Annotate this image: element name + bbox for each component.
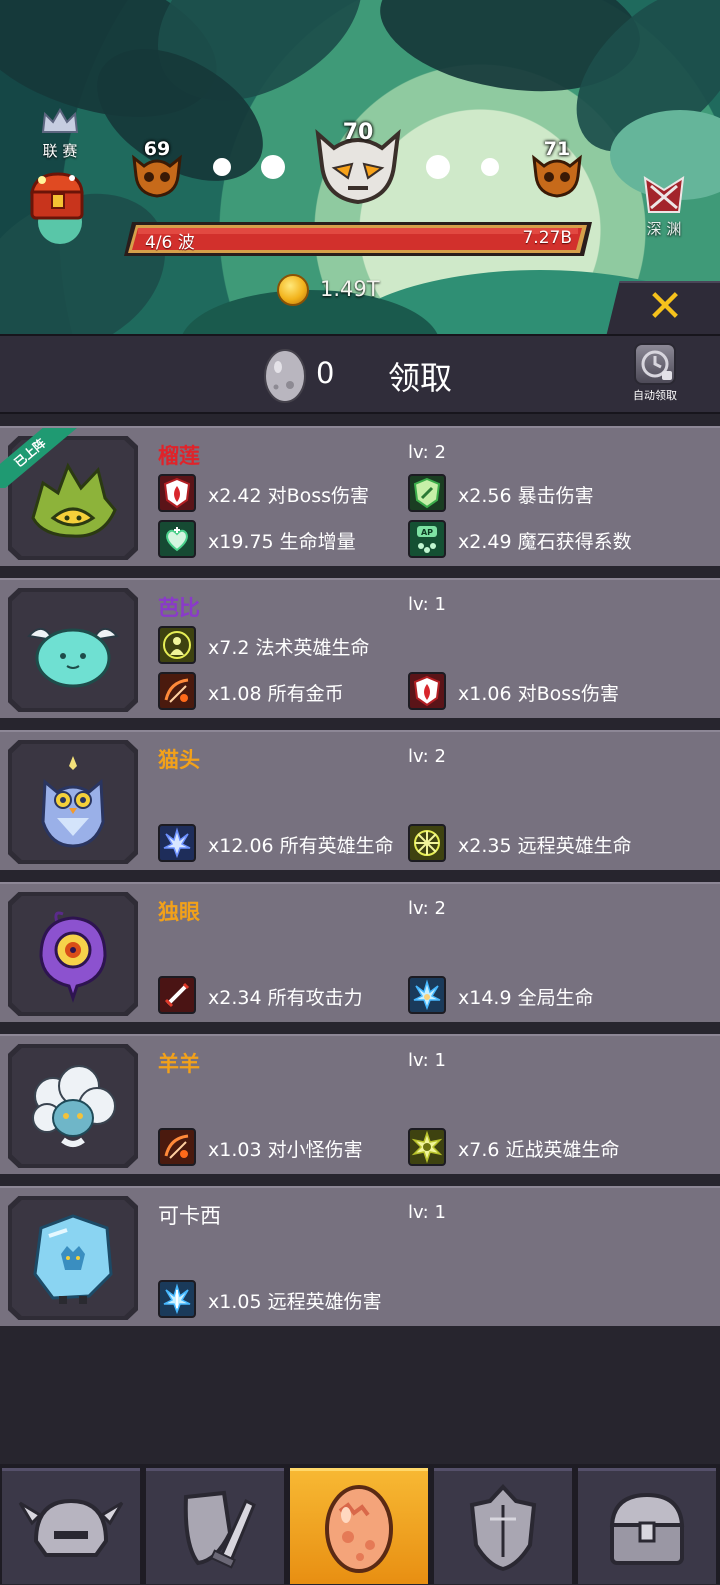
pet-list: 已上阵 榴莲 lv: 2 x2.42 对Boss伤害 x2.56 暴击伤害 x1… xyxy=(0,414,720,1464)
stat-text: x19.75 生命增量 xyxy=(208,531,356,553)
boss-hp-value: 7.27B xyxy=(522,228,572,248)
auto-claim-label: 自动领取 xyxy=(633,389,677,402)
pet-avatar xyxy=(8,1196,138,1320)
global-hp-icon xyxy=(408,976,446,1014)
pet-name: 猫头 xyxy=(158,748,200,772)
shield-sword-icon xyxy=(183,1490,256,1569)
auto-claim-icon xyxy=(634,343,676,385)
tab-treasure[interactable] xyxy=(578,1468,716,1584)
winged-slime-pet-icon xyxy=(27,628,119,688)
svg-text:AP: AP xyxy=(421,528,433,537)
bottom-tab-bar xyxy=(0,1464,720,1584)
stat-text: x14.9 全局生命 xyxy=(458,987,594,1009)
minion-damage-icon xyxy=(158,1128,196,1166)
pet-name: 芭比 xyxy=(158,596,200,620)
crit-damage-icon xyxy=(408,474,446,512)
stat-text: x2.34 所有攻击力 xyxy=(208,987,363,1009)
pet-name: 独眼 xyxy=(158,900,200,924)
previous-level-number: 69 xyxy=(143,138,171,160)
crown-icon xyxy=(41,108,79,133)
pet-avatar xyxy=(8,1044,138,1168)
deployed-badge-wrap: 已上阵 xyxy=(0,428,80,488)
treasure-chest-icon xyxy=(609,1492,685,1565)
league-button[interactable]: 联 赛 xyxy=(38,108,82,161)
ranged-damage-icon xyxy=(158,1280,196,1318)
all-gold-icon xyxy=(158,672,196,710)
close-button[interactable]: ✕ xyxy=(640,283,690,331)
treasure-chest-icon[interactable] xyxy=(26,168,90,224)
pet-level: lv: 2 xyxy=(408,898,446,919)
stat-text: x12.06 所有英雄生命 xyxy=(208,835,394,857)
pet-card[interactable]: 芭比 lv: 1 x7.2 法术英雄生命 x1.08 所有金币 x1.06 对B… xyxy=(0,578,720,718)
pet-card[interactable]: 羊羊 lv: 1 x1.03 对小怪伤害 x7.6 近战英雄生命 xyxy=(0,1034,720,1174)
progress-dot xyxy=(426,155,450,179)
pet-level: lv: 2 xyxy=(408,746,446,767)
pet-name: 羊羊 xyxy=(158,1052,200,1076)
progress-dot xyxy=(213,158,231,176)
abyss-icon xyxy=(643,176,685,213)
tab-armor[interactable] xyxy=(434,1468,572,1584)
stat-text: x7.6 近战英雄生命 xyxy=(458,1139,620,1161)
tab-heroes[interactable] xyxy=(2,1468,140,1584)
league-label: 联 赛 xyxy=(42,142,78,160)
all-hero-hp-icon xyxy=(158,824,196,862)
egg-icon xyxy=(325,1485,393,1573)
pet-level: lv: 1 xyxy=(408,1202,446,1223)
pet-name: 可卡西 xyxy=(158,1204,221,1228)
stat-text: x2.56 暴击伤害 xyxy=(458,485,594,507)
boss-damage-icon xyxy=(158,474,196,512)
deployed-badge: 已上阵 xyxy=(0,428,80,488)
progress-dot xyxy=(261,155,285,179)
ice-cube-pet-icon xyxy=(33,1214,113,1304)
stat-text: x2.35 远程英雄生命 xyxy=(458,835,632,857)
pet-card[interactable]: 已上阵 榴莲 lv: 2 x2.42 对Boss伤害 x2.56 暴击伤害 x1… xyxy=(0,426,720,566)
stat-text: x1.05 远程英雄伤害 xyxy=(208,1291,382,1313)
owl-pet-icon xyxy=(41,756,105,848)
current-level-number: 70 xyxy=(342,120,374,145)
stat-text: x1.08 所有金币 xyxy=(208,683,344,705)
pet-name: 榴莲 xyxy=(158,444,200,468)
pet-level: lv: 1 xyxy=(408,1050,446,1071)
egg-count: 0 xyxy=(316,356,335,390)
pet-card[interactable]: 独眼 lv: 2 x2.34 所有攻击力 x14.9 全局生命 xyxy=(0,882,720,1022)
pet-avatar xyxy=(8,892,138,1016)
melee-hp-icon xyxy=(408,1128,446,1166)
boss-damage-icon xyxy=(408,672,446,710)
abyss-label: 深 渊 xyxy=(646,220,682,238)
egg-header xyxy=(0,334,720,414)
cloud-sheep-pet-icon xyxy=(32,1065,116,1147)
pet-avatar xyxy=(8,740,138,864)
armor-icon xyxy=(469,1484,537,1572)
claim-button[interactable]: 领取 xyxy=(388,353,452,399)
attack-icon xyxy=(158,976,196,1014)
tab-pets[interactable] xyxy=(290,1468,428,1584)
next-level-number: 71 xyxy=(543,138,571,160)
egg-icon xyxy=(264,349,306,403)
pet-level: lv: 1 xyxy=(408,594,446,615)
auto-claim-button[interactable]: 自动领取 xyxy=(628,343,682,403)
magic-stone-icon: AP xyxy=(408,520,446,558)
pet-level: lv: 2 xyxy=(408,442,446,463)
cyclops-pet-icon xyxy=(39,911,107,1003)
pet-card[interactable]: 猫头 lv: 2 x12.06 所有英雄生命 x2.35 远程英雄生命 xyxy=(0,730,720,870)
stat-text: x2.49 魔石获得系数 xyxy=(458,531,632,553)
abyss-button[interactable]: 深 渊 xyxy=(636,176,692,239)
tab-equipment[interactable] xyxy=(146,1468,284,1584)
stat-text: x7.2 法术英雄生命 xyxy=(208,637,370,659)
stat-text: x2.42 对Boss伤害 xyxy=(208,485,370,507)
stat-text: x1.03 对小怪伤害 xyxy=(208,1139,363,1161)
wave-counter: 4/6 波 xyxy=(145,233,195,253)
gold-amount: 1.49T xyxy=(320,277,380,301)
stat-text: x1.06 对Boss伤害 xyxy=(458,683,620,705)
helmet-icon xyxy=(18,1498,124,1557)
pet-avatar xyxy=(8,588,138,712)
pet-card[interactable]: 可卡西 lv: 1 x1.05 远程英雄伤害 xyxy=(0,1186,720,1326)
mage-hp-icon xyxy=(158,626,196,664)
health-gain-icon xyxy=(158,520,196,558)
gold-coin-icon xyxy=(277,274,309,306)
progress-dot xyxy=(481,158,499,176)
ranged-hp-icon xyxy=(408,824,446,862)
